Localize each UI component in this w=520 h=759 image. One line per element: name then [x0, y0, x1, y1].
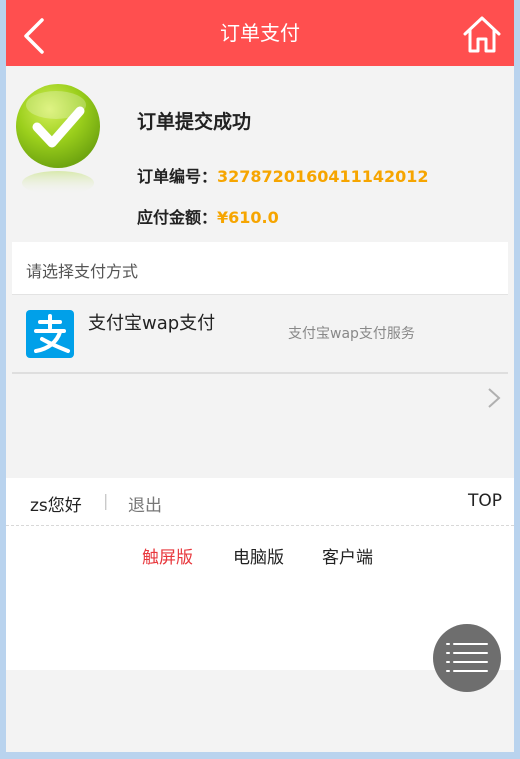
success-check-icon — [16, 84, 100, 195]
menu-list-icon — [446, 643, 488, 672]
footer-separator: | — [103, 491, 109, 510]
payment-method-description: 支付宝wap支付服务 — [288, 326, 415, 342]
user-greeting: zs您好 — [30, 496, 82, 516]
header-bar: 订单支付 — [6, 0, 514, 66]
pc-version-link[interactable]: 电脑版 — [233, 543, 284, 568]
app-window: 订单支付 订单提交成功 订单编号：3278720160411142012 应付金… — [6, 0, 514, 752]
chevron-right-icon[interactable] — [487, 387, 501, 409]
payment-section-header: 请选择支付方式 — [12, 242, 508, 295]
payment-method-name: 支付宝wap支付 — [88, 313, 216, 334]
home-button[interactable] — [462, 14, 502, 54]
footer-account-bar: zs您好 | 退出 TOP — [6, 478, 514, 526]
home-icon — [463, 16, 501, 53]
order-amount-label: 应付金额： — [137, 208, 218, 227]
back-to-top-link[interactable]: TOP — [468, 491, 502, 511]
order-status-title: 订单提交成功 — [137, 111, 252, 133]
order-amount-row: 应付金额：¥610.0 — [137, 204, 279, 228]
touch-version-link[interactable]: 触屏版 — [142, 543, 193, 568]
payment-method-alipay[interactable]: 支付宝wap支付 支付宝wap支付服务 — [12, 296, 508, 374]
order-number-label: 订单编号： — [137, 167, 218, 186]
order-number-value: 3278720160411142012 — [217, 167, 429, 186]
page-title: 订单支付 — [220, 21, 300, 45]
order-amount-value: ¥610.0 — [217, 208, 279, 227]
menu-button[interactable] — [433, 624, 501, 692]
client-app-link[interactable]: 客户端 — [322, 543, 373, 568]
payment-section-title: 请选择支付方式 — [26, 262, 139, 281]
alipay-icon — [26, 310, 74, 358]
order-number-row: 订单编号：3278720160411142012 — [137, 163, 429, 187]
logout-link[interactable]: 退出 — [128, 491, 162, 516]
